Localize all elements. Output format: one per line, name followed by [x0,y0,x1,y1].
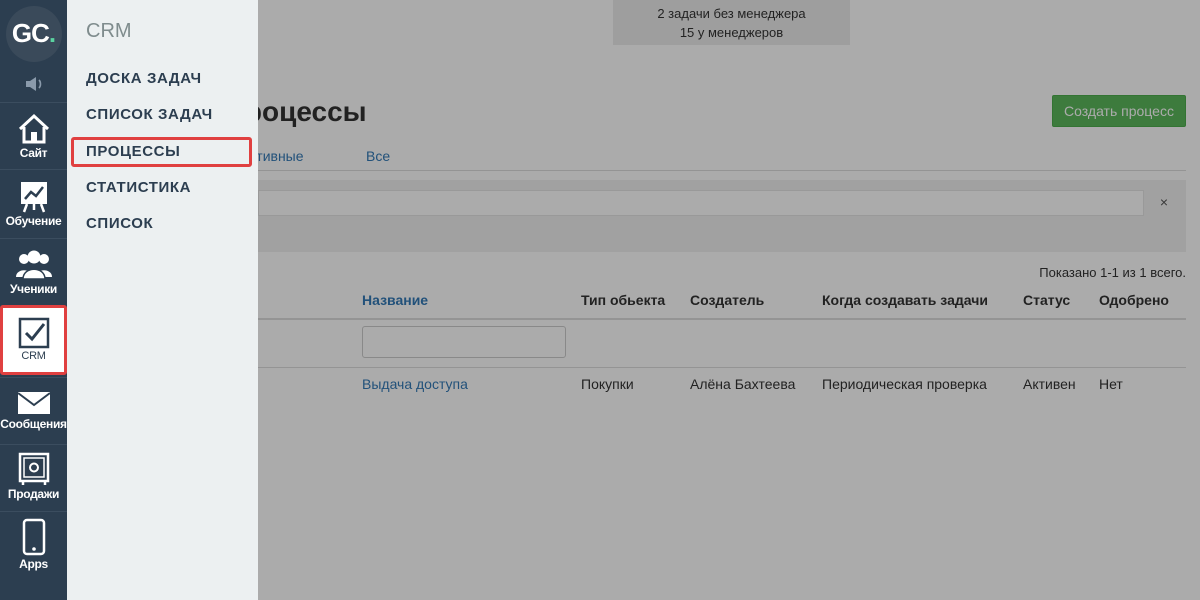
process-name-link[interactable]: Выдача доступа [362,376,468,392]
rail-item-label: CRM [21,350,46,362]
rail-item-label: Ученики [9,282,57,296]
table-header-divider [258,318,1186,320]
filter-panel: × [258,180,1186,252]
home-icon [18,113,49,144]
icon-sidebar: GC. Сайт Обучение Ученики CRM Сообщения … [0,0,67,600]
cell-object-type: Покупки [581,376,634,392]
menu-item-statistics[interactable]: СТАТИСТИКА [71,173,252,203]
rail-item-students[interactable]: Ученики [0,238,67,305]
menu-item-processes[interactable]: ПРОЦЕССЫ [71,137,252,167]
users-icon [15,250,52,280]
column-header-approved: Одобрено [1099,292,1169,308]
filter-clear-button[interactable]: × [1160,194,1168,210]
results-summary: Показано 1-1 из 1 всего. [1039,265,1186,280]
column-header-when: Когда создавать задачи [822,292,988,308]
logo-text: GC [11,18,50,48]
logo-badge: GC. [5,5,62,62]
column-header-creator: Создатель [690,292,765,308]
menu-item-task-board[interactable]: ДОСКА ЗАДАЧ [71,64,252,94]
checkbox-icon [18,317,49,349]
phone-icon [22,518,45,556]
safe-icon [18,452,49,485]
main-content: 2 задачи без менеджера 15 у менеджеров п… [228,0,1200,600]
rail-item-label: Apps [19,557,48,571]
notice-line-assigned: 15 у менеджеров [679,25,784,40]
name-filter-input[interactable] [362,326,566,358]
envelope-icon [16,392,51,414]
manager-notice[interactable]: 2 задачи без менеджера 15 у менеджеров [613,0,850,45]
cell-approved: Нет [1099,376,1123,392]
rail-item-label: Обучение [5,214,62,228]
rail-item-crm[interactable]: CRM [0,305,67,375]
chart-board-icon [20,182,47,213]
menu-item-list[interactable]: СПИСОК [71,209,252,239]
column-header-name[interactable]: Название [362,292,428,308]
rail-item-apps[interactable]: Apps [0,511,67,578]
rail-item-label: Продажи [7,487,60,501]
announcements-icon[interactable] [0,68,67,100]
cell-status: Активен [1023,376,1076,392]
rail-item-messages[interactable]: Сообщения [0,377,67,444]
cell-creator: Алёна Бахтеева [690,376,796,392]
create-process-button[interactable]: Создать процесс [1052,95,1186,127]
column-header-status: Статус [1023,292,1071,308]
cell-when: Периодическая проверка [822,376,987,392]
logo-dot: . [48,18,56,48]
menu-item-task-list[interactable]: СПИСОК ЗАДАЧ [71,100,252,130]
filter-input[interactable] [258,190,1144,216]
tab-active[interactable]: ктивные [250,148,304,164]
table-row-divider [258,367,1186,368]
tab-all[interactable]: Все [366,148,390,164]
rail-item-education[interactable]: Обучение [0,169,67,238]
column-header-object-type: Тип обьекта [581,292,666,308]
logo[interactable]: GC. [0,0,67,67]
rail-item-site[interactable]: Сайт [0,102,67,169]
crm-menu-panel: CRM ДОСКА ЗАДАЧ СПИСОК ЗАДАЧ ПРОЦЕССЫ СТ… [67,0,258,600]
tabs-divider [258,170,1186,171]
rail-item-sales[interactable]: Продажи [0,444,67,511]
rail-item-label: Сообщения [0,417,67,431]
rail-item-label: Сайт [19,146,48,160]
notice-line-unassigned: 2 задачи без менеджера [657,6,806,21]
crm-menu-title: CRM [86,20,132,42]
